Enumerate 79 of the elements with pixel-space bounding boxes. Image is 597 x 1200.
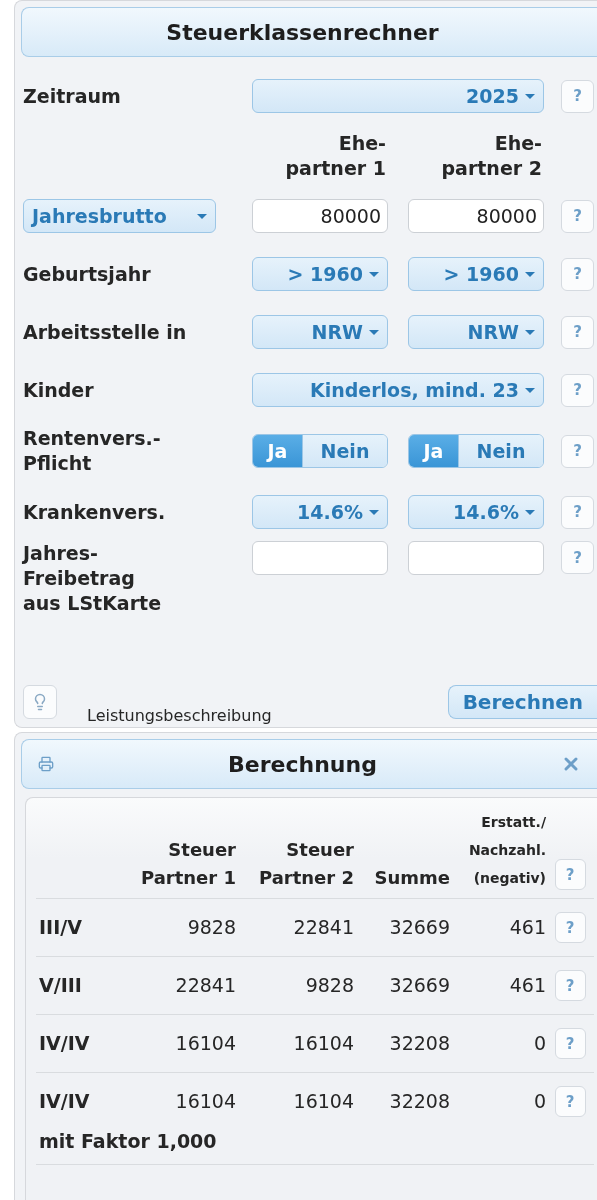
caret-icon (525, 271, 535, 277)
toggle-option[interactable]: Nein (303, 435, 387, 467)
lightbulb-icon[interactable] (23, 685, 57, 719)
table-cell-text: 0 (532, 1031, 546, 1056)
field-label: Rentenvers.- Pflicht (23, 426, 162, 476)
row-note: mit Faktor 1,000 (38, 1130, 218, 1154)
table-cell-text: 461 (508, 973, 546, 998)
table-cell-text: 32669 (388, 973, 450, 998)
calculate-button[interactable]: Berechnen (447, 685, 597, 719)
caret-icon (525, 509, 535, 515)
table-cell-text: 22841 (292, 915, 354, 940)
printer-icon[interactable] (38, 756, 54, 772)
table-cell-text: 0 (532, 1089, 546, 1114)
caret-icon (369, 329, 379, 335)
field-label: Kinder (23, 377, 95, 403)
dropdown[interactable]: Kinderlos, mind. 23 (252, 373, 544, 407)
table-cell-text: 16104 (174, 1031, 236, 1056)
dropdown[interactable]: 14.6% (252, 495, 388, 529)
help-button[interactable]: ? (554, 859, 586, 890)
field-label: Geburtsjahr (23, 261, 152, 287)
help-button[interactable]: ? (561, 373, 594, 407)
field-label: Arbeitsstelle in (23, 319, 188, 345)
table-cell-text: 461 (508, 915, 546, 940)
help-button[interactable]: ? (561, 315, 594, 349)
field-label: Jahres- Freibetrag aus LStKarte (23, 541, 163, 616)
results-title: Berechnung (228, 751, 377, 777)
table-cell-text: 32669 (388, 915, 450, 940)
amount-field[interactable] (408, 541, 544, 575)
help-button[interactable]: ? (554, 970, 586, 1001)
column-header: Ehe- partner 1 (284, 131, 387, 181)
column-header: Erstatt./ Nachzahl. (negativ) (467, 813, 546, 888)
amount-field[interactable]: 80000 (408, 199, 544, 233)
help-button[interactable]: ? (561, 257, 594, 291)
dropdown[interactable]: NRW (408, 315, 544, 349)
toggle-option[interactable]: Nein (459, 435, 543, 467)
help-button[interactable]: ? (561, 199, 594, 233)
caret-icon (369, 271, 379, 277)
help-button[interactable]: ? (554, 912, 586, 943)
row-label: IV/IV (38, 1031, 91, 1056)
table-cell-text: 16104 (174, 1089, 236, 1114)
column-header: Ehe- partner 2 (440, 131, 543, 181)
help-button[interactable]: ? (561, 541, 594, 574)
amount-field[interactable]: 80000 (252, 199, 388, 233)
toggle-option[interactable]: Ja (409, 435, 459, 467)
caret-icon (525, 93, 535, 99)
amount-field[interactable] (252, 541, 388, 575)
calculator-title: Steuerklassenrechner (166, 19, 439, 45)
caret-icon (525, 329, 535, 335)
description-link[interactable]: Leistungsbeschreibung (87, 706, 272, 725)
dropdown[interactable]: 2025 (252, 79, 544, 113)
table-cell-text: 32208 (388, 1089, 450, 1114)
column-header: Steuer Partner 2 (257, 838, 354, 890)
row-label: IV/IV (38, 1089, 91, 1114)
table-cell-text: 16104 (292, 1031, 354, 1056)
dropdown[interactable]: > 1960 (252, 257, 388, 291)
table-cell-text: 16104 (292, 1089, 354, 1114)
field-label: Krankenvers. (23, 499, 167, 525)
row-label: III/V (38, 915, 83, 940)
help-button[interactable]: ? (561, 495, 594, 529)
help-button[interactable]: ? (554, 1028, 586, 1059)
toggle-option[interactable]: Ja (253, 435, 303, 467)
table-cell-text: 9828 (304, 973, 354, 998)
help-button[interactable]: ? (561, 79, 594, 113)
dropdown[interactable]: Jahresbrutto (23, 199, 216, 233)
dropdown[interactable]: NRW (252, 315, 388, 349)
column-header: Steuer Partner 1 (139, 838, 236, 890)
help-button[interactable]: ? (561, 434, 594, 468)
table-cell-text: 22841 (174, 973, 236, 998)
field-label: Zeitraum (23, 83, 122, 109)
dropdown[interactable]: 14.6% (408, 495, 544, 529)
row-label: V/III (38, 973, 83, 998)
dropdown[interactable]: > 1960 (408, 257, 544, 291)
caret-icon (197, 213, 207, 219)
caret-icon (525, 387, 535, 393)
caret-icon (369, 509, 379, 515)
help-button[interactable]: ? (554, 1086, 586, 1117)
column-header: Summe (373, 866, 450, 890)
table-cell-text: 9828 (186, 915, 236, 940)
table-cell-text: 32208 (388, 1031, 450, 1056)
